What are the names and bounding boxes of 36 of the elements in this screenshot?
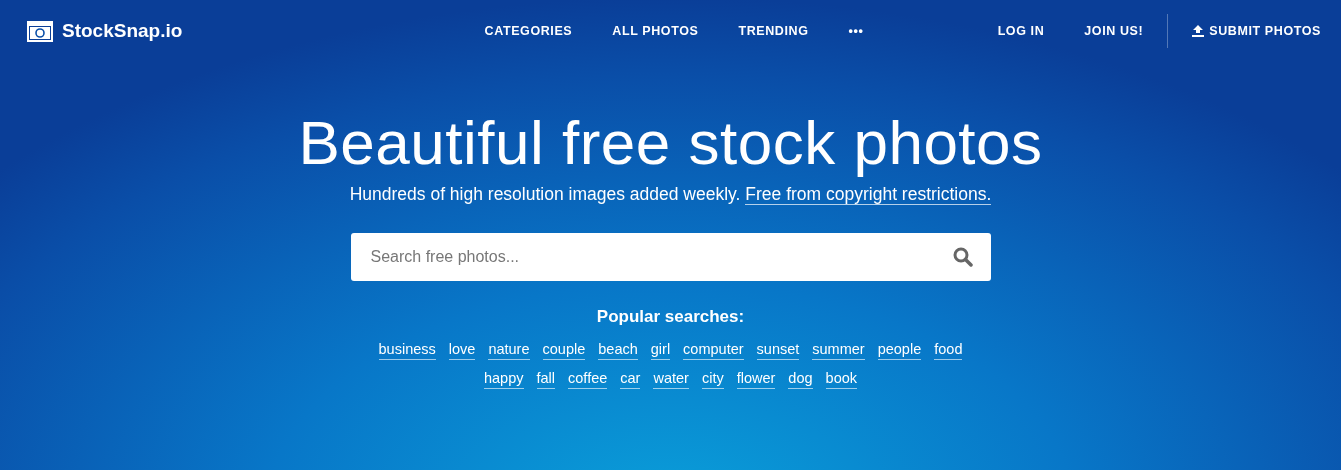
nav-link[interactable]: LOG IN <box>997 24 1045 38</box>
search-tag-link[interactable]: summer <box>812 341 865 360</box>
search-tag-link[interactable]: flower <box>736 370 776 389</box>
search-tag-link[interactable]: car <box>620 370 641 389</box>
search-tag-link[interactable]: food <box>934 341 963 360</box>
search-tag-link[interactable]: city <box>701 370 724 389</box>
popular-searches-heading: Popular searches: <box>596 307 745 327</box>
nav-link[interactable]: ALL PHOTOS <box>612 24 699 38</box>
search-tag-link[interactable]: fall <box>536 370 556 389</box>
search-tag-link[interactable]: coffee <box>568 370 608 389</box>
hero-subtitle: Hundreds of high resolution images added weekly. Free from copyright restrictions. <box>349 184 992 205</box>
search-tag-link[interactable]: beach <box>598 341 638 360</box>
upload-icon <box>1192 25 1205 37</box>
search-tag-link[interactable]: people <box>877 341 922 360</box>
nav-link[interactable]: ••• <box>848 24 864 38</box>
search-tag-link[interactable]: nature <box>488 341 530 360</box>
search-icon[interactable] <box>952 247 973 267</box>
submit-photos-link[interactable]: SUBMIT PHOTOS <box>1192 24 1321 38</box>
search-tag-link[interactable]: computer <box>683 341 744 360</box>
search-tag-link[interactable]: girl <box>650 341 671 360</box>
search-tag-link[interactable]: water <box>653 370 689 389</box>
nav-link[interactable]: JOIN US! <box>1084 24 1144 38</box>
search-tag-link[interactable]: happy <box>484 370 524 389</box>
nav-link[interactable]: CATEGORIES <box>484 24 573 38</box>
search-tag-link[interactable]: dog <box>788 370 813 389</box>
search-tag-link[interactable]: love <box>448 341 476 360</box>
search-tag-link[interactable]: sunset <box>756 341 800 360</box>
search-tag-link[interactable]: book <box>825 370 857 389</box>
nav-link[interactable]: TRENDING <box>738 24 809 38</box>
logo-text[interactable]: StockSnap.io <box>62 20 183 42</box>
search-field[interactable]: Search free photos... <box>350 233 991 281</box>
search-tag-link[interactable]: couple <box>542 341 586 360</box>
copyright-link[interactable]: Free from copyright restrictions. <box>745 184 992 205</box>
hero-title: Beautiful free stock photos <box>298 107 1043 179</box>
search-tag-link[interactable]: business <box>378 341 436 360</box>
camera-logo-icon <box>27 20 53 42</box>
